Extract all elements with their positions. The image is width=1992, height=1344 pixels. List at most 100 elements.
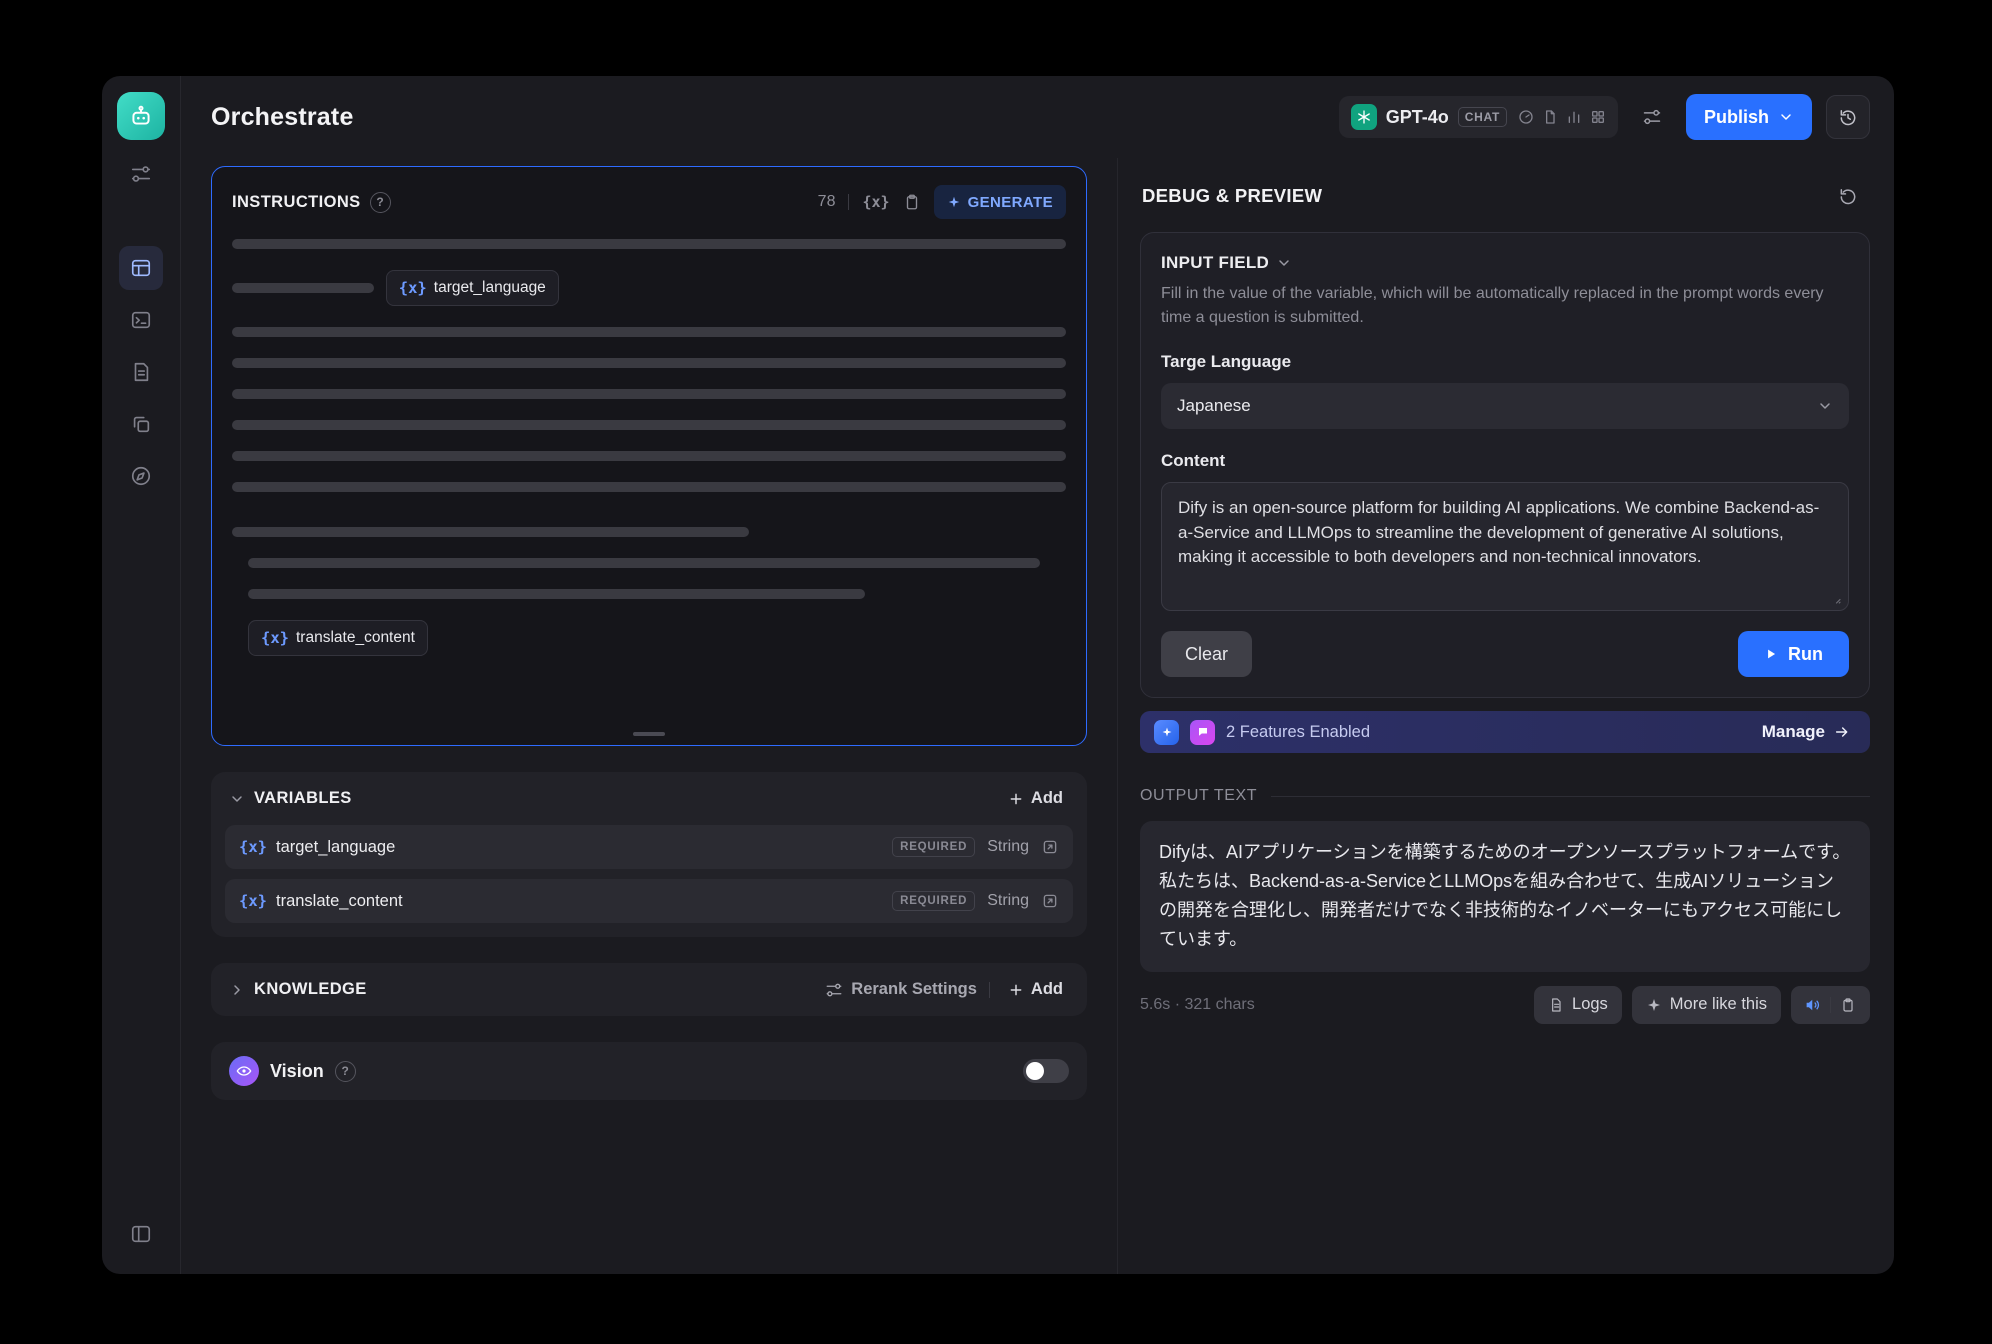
resize-handle[interactable] (633, 732, 665, 736)
prompt-editor[interactable]: {x} target_language (212, 231, 1086, 745)
variable-name: target_language (276, 838, 395, 857)
app-avatar[interactable] (117, 92, 165, 140)
variable-row-translate-content[interactable]: {x} translate_content REQUIRED String (225, 879, 1073, 923)
collapse-sidebar-button[interactable] (119, 1212, 163, 1256)
instructions-tools: 78 {x} GENERATE (818, 185, 1066, 219)
sliders-icon (1642, 107, 1662, 127)
app-settings-button[interactable] (119, 152, 163, 196)
vision-panel: Vision ? (211, 1042, 1087, 1100)
vision-title: Vision (270, 1061, 324, 1082)
app-window: Orchestrate GPT-4o CHAT (102, 76, 1894, 1274)
add-variable-button[interactable]: Add (1002, 788, 1069, 809)
rerank-settings-button[interactable]: Rerank Settings (825, 980, 977, 999)
variable-name: translate_content (276, 892, 403, 911)
edit-type-icon[interactable] (1041, 838, 1059, 856)
rerank-icon (825, 981, 843, 999)
content-textarea[interactable]: Dify is an open-source platform for buil… (1162, 483, 1848, 610)
variable-icon[interactable]: {x} (862, 193, 889, 211)
model-selector[interactable]: GPT-4o CHAT (1339, 96, 1618, 138)
output-header: OUTPUT TEXT (1140, 787, 1870, 805)
vision-toggle[interactable] (1023, 1059, 1069, 1083)
text-to-speech-button[interactable] (1796, 986, 1830, 1024)
variable-token: {x} (261, 629, 289, 647)
more-like-this-button[interactable]: More like this (1632, 986, 1781, 1024)
bars-icon (1566, 109, 1582, 125)
instructions-title: INSTRUCTIONS (232, 193, 361, 212)
variable-type: String (987, 892, 1029, 910)
divider (1271, 796, 1870, 797)
required-badge: REQUIRED (892, 837, 975, 857)
feature-sparkle-icon (1154, 720, 1179, 745)
skeleton-line (232, 389, 1066, 399)
debug-title: DEBUG & PREVIEW (1142, 185, 1322, 207)
skeleton-line (248, 558, 1040, 568)
resize-corner-icon[interactable] (1830, 593, 1842, 605)
features-bar: 2 Features Enabled Manage (1140, 711, 1870, 753)
main-area: Orchestrate GPT-4o CHAT (181, 76, 1894, 1274)
output-stats: 5.6s · 321 chars (1140, 996, 1255, 1014)
help-icon[interactable]: ? (335, 1061, 356, 1082)
sparkle-icon (1646, 997, 1662, 1013)
divider (848, 194, 849, 210)
variable-token: {x} (239, 892, 267, 910)
version-history-button[interactable] (1826, 95, 1870, 139)
more-like-this-label: More like this (1670, 995, 1767, 1014)
manage-label: Manage (1762, 722, 1825, 742)
sidebar-item-annotations[interactable] (119, 402, 163, 446)
play-icon (1764, 647, 1778, 661)
copy-output-button[interactable] (1831, 986, 1865, 1024)
logs-button[interactable]: Logs (1534, 986, 1622, 1024)
skeleton-line (232, 283, 374, 293)
knowledge-panel: KNOWLEDGE Rerank Settings (211, 963, 1087, 1016)
sliders-icon (130, 163, 152, 185)
generate-button[interactable]: GENERATE (934, 185, 1066, 219)
run-label: Run (1788, 644, 1823, 665)
target-language-select[interactable]: Japanese (1161, 383, 1849, 429)
clear-button[interactable]: Clear (1161, 631, 1252, 677)
skeleton-line (232, 527, 749, 537)
variable-chip-label: target_language (434, 279, 546, 297)
topbar: Orchestrate GPT-4o CHAT (181, 76, 1894, 158)
sparkle-icon (947, 195, 961, 209)
sidebar-item-orchestrate[interactable] (119, 246, 163, 290)
variable-type: String (987, 838, 1029, 856)
sidebar-item-terminal[interactable] (119, 298, 163, 342)
sidebar-item-logs[interactable] (119, 350, 163, 394)
run-button[interactable]: Run (1738, 631, 1849, 677)
rerank-settings-label: Rerank Settings (851, 980, 977, 999)
knowledge-header[interactable]: KNOWLEDGE Rerank Settings (211, 963, 1087, 1016)
vision-icon (229, 1056, 259, 1086)
variables-panel: VARIABLES Add {x} target_language (211, 772, 1087, 937)
generate-label: GENERATE (968, 194, 1053, 211)
speaker-icon (1804, 996, 1822, 1014)
add-knowledge-button[interactable]: Add (1002, 979, 1069, 1000)
copy-icon (130, 413, 152, 435)
chevron-right-icon (229, 982, 245, 998)
knowledge-tools: Rerank Settings Add (825, 979, 1069, 1000)
variables-header[interactable]: VARIABLES Add (211, 772, 1087, 825)
restart-button[interactable] (1828, 176, 1868, 216)
help-icon[interactable]: ? (370, 192, 391, 213)
model-capability-icons (1518, 109, 1606, 125)
openai-logo-icon (1351, 104, 1377, 130)
variable-row-target-language[interactable]: {x} target_language REQUIRED String (225, 825, 1073, 869)
terminal-icon (130, 309, 152, 331)
content-label: Content (1161, 451, 1849, 471)
variable-chip-translate-content[interactable]: {x} translate_content (248, 620, 428, 656)
sidebar-item-monitoring[interactable] (119, 454, 163, 498)
audio-copy-group (1791, 986, 1870, 1024)
arrow-right-icon (1834, 724, 1850, 740)
output-title: OUTPUT TEXT (1140, 787, 1257, 805)
clipboard-icon[interactable] (903, 193, 921, 211)
input-field-header[interactable]: INPUT FIELD (1161, 253, 1849, 273)
target-language-value: Japanese (1177, 396, 1251, 416)
skeleton-row: {x} target_language (232, 270, 1066, 306)
manage-features-button[interactable]: Manage (1756, 721, 1856, 743)
skeleton-line (232, 327, 1066, 337)
model-mode-badge: CHAT (1458, 107, 1507, 127)
publish-button[interactable]: Publish (1686, 94, 1812, 140)
target-language-label: Targe Language (1161, 352, 1849, 372)
variable-chip-target-language[interactable]: {x} target_language (386, 270, 559, 306)
edit-type-icon[interactable] (1041, 892, 1059, 910)
model-parameters-button[interactable] (1632, 97, 1672, 137)
